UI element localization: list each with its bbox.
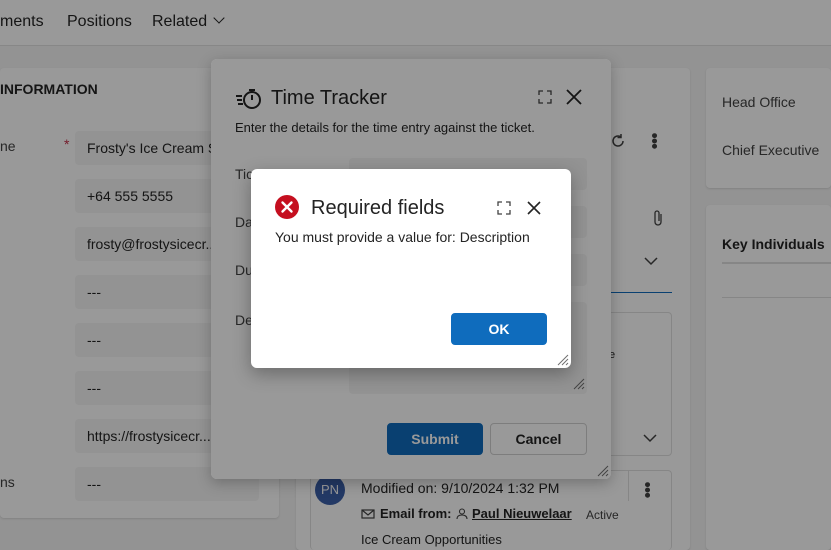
alert-message: You must provide a value for: Descriptio… — [275, 229, 530, 245]
resize-grip-icon[interactable] — [555, 352, 569, 366]
expand-icon[interactable] — [497, 201, 511, 215]
required-fields-dialog: Required fields You must provide a value… — [251, 169, 571, 368]
close-icon[interactable] — [525, 199, 543, 217]
error-circle-icon — [275, 195, 299, 219]
alert-title: Required fields — [311, 197, 445, 219]
ok-button[interactable]: OK — [451, 313, 547, 345]
